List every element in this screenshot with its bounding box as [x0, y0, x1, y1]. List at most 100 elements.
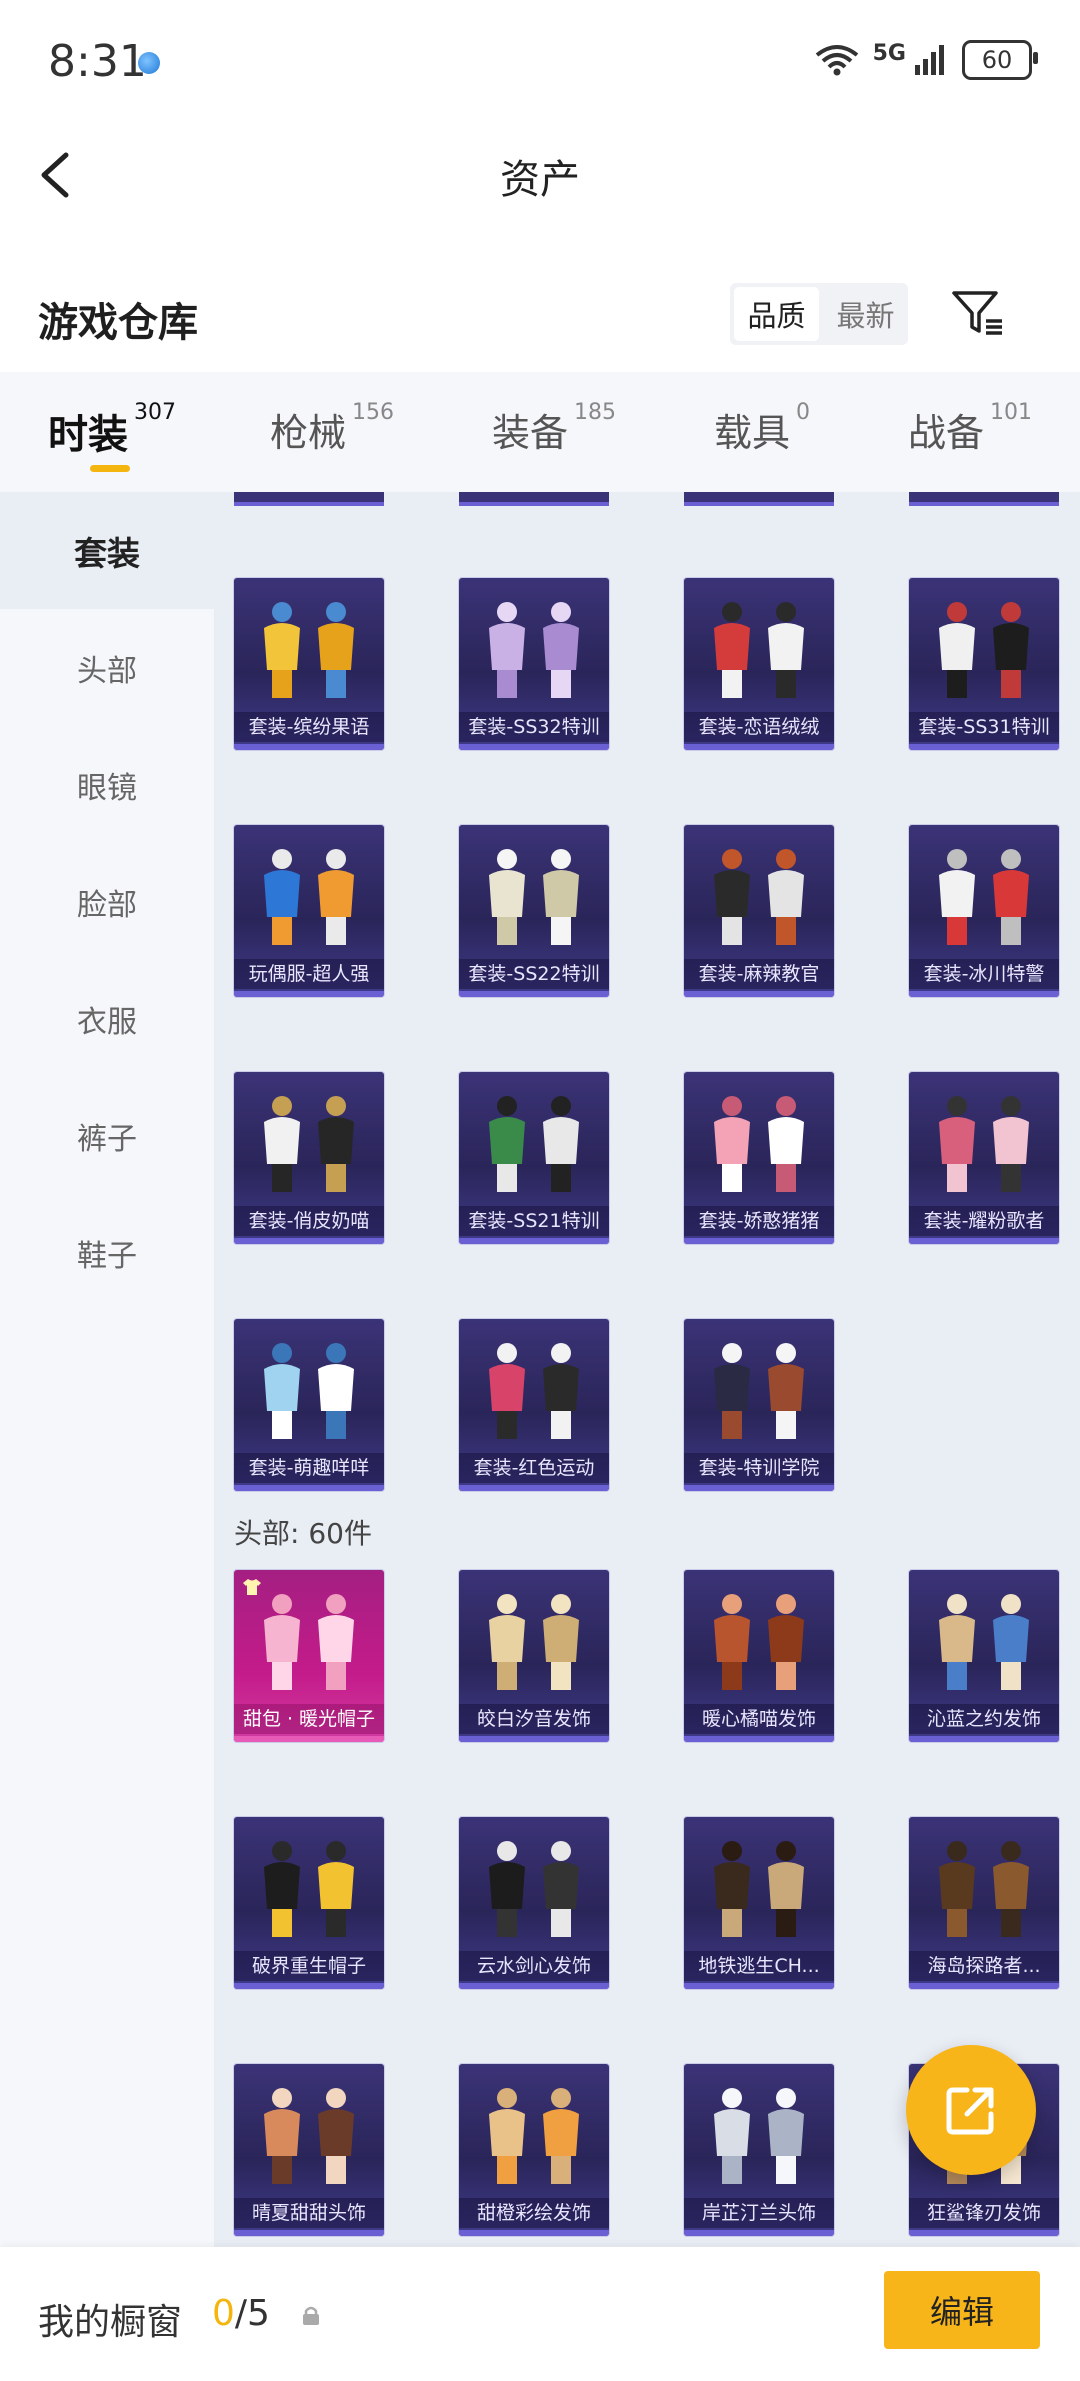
sidebar-item-head[interactable]: 头部 [0, 609, 214, 726]
suit-item-card[interactable]: 套装-娇憨猪猪 [684, 1072, 834, 1244]
head-item-card[interactable]: 地铁逃生CH... [684, 1817, 834, 1989]
item-thumbnail [939, 602, 1029, 698]
head-item-card[interactable]: 暖心橘喵发饰 [684, 1570, 834, 1742]
item-card-partial[interactable] [459, 492, 609, 506]
sidebar-item-pants[interactable]: 裤子 [0, 1077, 214, 1194]
suit-item-card[interactable]: 套装-SS31特训 [909, 578, 1059, 750]
tab-count: 156 [352, 400, 395, 425]
sidebar-item-shoes[interactable]: 鞋子 [0, 1194, 214, 1311]
tab-battle-prep[interactable]: 战备 101 [908, 400, 1033, 457]
sidebar-item-glasses[interactable]: 眼镜 [0, 726, 214, 843]
signal-icon [914, 43, 948, 77]
showcase-label: 我的橱窗 [38, 2302, 183, 2343]
head-item-card[interactable]: 破界重生帽子 [234, 1817, 384, 1989]
item-thumbnail [714, 602, 804, 698]
suit-item-card[interactable]: 套装-冰川特警 [909, 825, 1059, 997]
suit-item-card[interactable]: 套装-萌趣咩咩 [234, 1319, 384, 1491]
showcase-count: 0/5 [212, 2293, 270, 2334]
status-bar: 8:31 5G 60 [0, 0, 1080, 125]
tab-fashion[interactable]: 时装 307 [48, 400, 176, 460]
sort-quality-option[interactable]: 品质 [734, 287, 819, 341]
item-thumbnail [939, 1841, 1029, 1937]
item-label: 套装-娇憨猪猪 [684, 1206, 834, 1236]
item-label: 岸芷汀兰头饰 [684, 2198, 834, 2228]
head-item-card[interactable]: 沁蓝之约发饰 [909, 1570, 1059, 1742]
sidebar-item-face[interactable]: 脸部 [0, 843, 214, 960]
item-label: 套装-耀粉歌者 [909, 1206, 1059, 1236]
item-thumbnail [714, 1343, 804, 1439]
app-notification-icon [138, 52, 160, 74]
showcase-total: /5 [234, 2293, 270, 2334]
item-thumbnail [489, 1343, 579, 1439]
suit-item-card[interactable]: 套装-俏皮奶喵 [234, 1072, 384, 1244]
item-thumbnail [489, 849, 579, 945]
active-tab-indicator [90, 465, 130, 472]
head-item-card[interactable]: 岸芷汀兰头饰 [684, 2064, 834, 2236]
item-thumbnail [714, 2088, 804, 2184]
warehouse-title: 游戏仓库 [38, 300, 198, 346]
suit-item-card[interactable]: 玩偶服-超人强 [234, 825, 384, 997]
tab-equipment[interactable]: 装备 185 [492, 400, 617, 457]
app-header: 资产 [0, 125, 1080, 225]
tab-guns[interactable]: 枪械 156 [270, 400, 395, 457]
suit-item-card[interactable]: 套装-红色运动 [459, 1319, 609, 1491]
filter-button[interactable] [948, 283, 1008, 343]
suit-item-card[interactable]: 套装-麻辣教官 [684, 825, 834, 997]
head-item-card[interactable]: 甜橙彩绘发饰 [459, 2064, 609, 2236]
item-label: 玩偶服-超人强 [234, 959, 384, 989]
suit-item-card[interactable]: 套装-SS21特训 [459, 1072, 609, 1244]
item-label: 套装-SS21特训 [459, 1206, 609, 1236]
sidebar-item-clothes[interactable]: 衣服 [0, 960, 214, 1077]
share-external-icon [946, 2087, 994, 2135]
showcase-bar: 我的橱窗 0/5 编辑 [0, 2247, 1080, 2381]
item-label: 暖心橘喵发饰 [684, 1704, 834, 1734]
suit-item-card[interactable]: 套装-特训学院 [684, 1319, 834, 1491]
item-grid: 头部: 60件 套装-缤纷果语 套装-SS32特训 套装-恋语绒绒 套装-SS31特训… [214, 492, 1080, 2247]
status-icons: 5G 60 [815, 40, 1038, 80]
edit-button[interactable]: 编辑 [884, 2271, 1040, 2349]
sidebar-item-suits[interactable]: 套装 [0, 492, 214, 609]
head-item-card[interactable]: 云水剑心发饰 [459, 1817, 609, 1989]
tab-vehicles[interactable]: 载具 0 [714, 400, 811, 457]
item-card-partial[interactable] [234, 492, 384, 506]
item-thumbnail [939, 1096, 1029, 1192]
tab-label: 装备 [492, 411, 569, 455]
tab-count: 185 [574, 400, 617, 425]
showcase-used: 0 [212, 2293, 235, 2334]
item-thumbnail [489, 1841, 579, 1937]
suit-item-card[interactable]: 套装-SS32特训 [459, 578, 609, 750]
tshirt-icon [243, 1579, 261, 1595]
item-card-partial[interactable] [909, 492, 1059, 506]
item-label: 甜包 · 暖光帽子 [234, 1704, 384, 1734]
tab-count: 101 [990, 400, 1033, 425]
item-thumbnail [939, 849, 1029, 945]
head-item-card[interactable]: 晴夏甜甜头饰 [234, 2064, 384, 2236]
item-card-partial[interactable] [684, 492, 834, 506]
item-label: 套装-SS31特训 [909, 712, 1059, 742]
battery-icon: 60 [962, 40, 1038, 80]
tab-count: 0 [796, 400, 811, 425]
head-item-card[interactable]: 甜包 · 暖光帽子 [234, 1570, 384, 1742]
share-fab[interactable] [906, 2045, 1036, 2175]
item-thumbnail [264, 849, 354, 945]
clock: 8:31 [48, 36, 147, 87]
head-item-card[interactable]: 海岛探路者... [909, 1817, 1059, 1989]
lock-icon [303, 2306, 319, 2325]
category-tabs: 时装 307 枪械 156 装备 185 载具 0 战备 101 [0, 372, 1080, 492]
item-thumbnail [264, 2088, 354, 2184]
suit-item-card[interactable]: 套装-缤纷果语 [234, 578, 384, 750]
head-item-card[interactable]: 皎白汐音发饰 [459, 1570, 609, 1742]
item-label: 套装-麻辣教官 [684, 959, 834, 989]
suit-item-card[interactable]: 套装-耀粉歌者 [909, 1072, 1059, 1244]
item-label: 晴夏甜甜头饰 [234, 2198, 384, 2228]
sidebar: 套装 头部 眼镜 脸部 衣服 裤子 鞋子 [0, 492, 214, 2247]
item-label: 皎白汐音发饰 [459, 1704, 609, 1734]
item-label: 套装-SS32特训 [459, 712, 609, 742]
item-label: 破界重生帽子 [234, 1951, 384, 1981]
suit-item-card[interactable]: 套装-恋语绒绒 [684, 578, 834, 750]
suit-item-card[interactable]: 套装-SS22特训 [459, 825, 609, 997]
sort-newest-option[interactable]: 最新 [823, 283, 908, 345]
item-thumbnail [264, 602, 354, 698]
section-header-head: 头部: 60件 [234, 1517, 372, 1550]
item-label: 套装-红色运动 [459, 1453, 609, 1483]
